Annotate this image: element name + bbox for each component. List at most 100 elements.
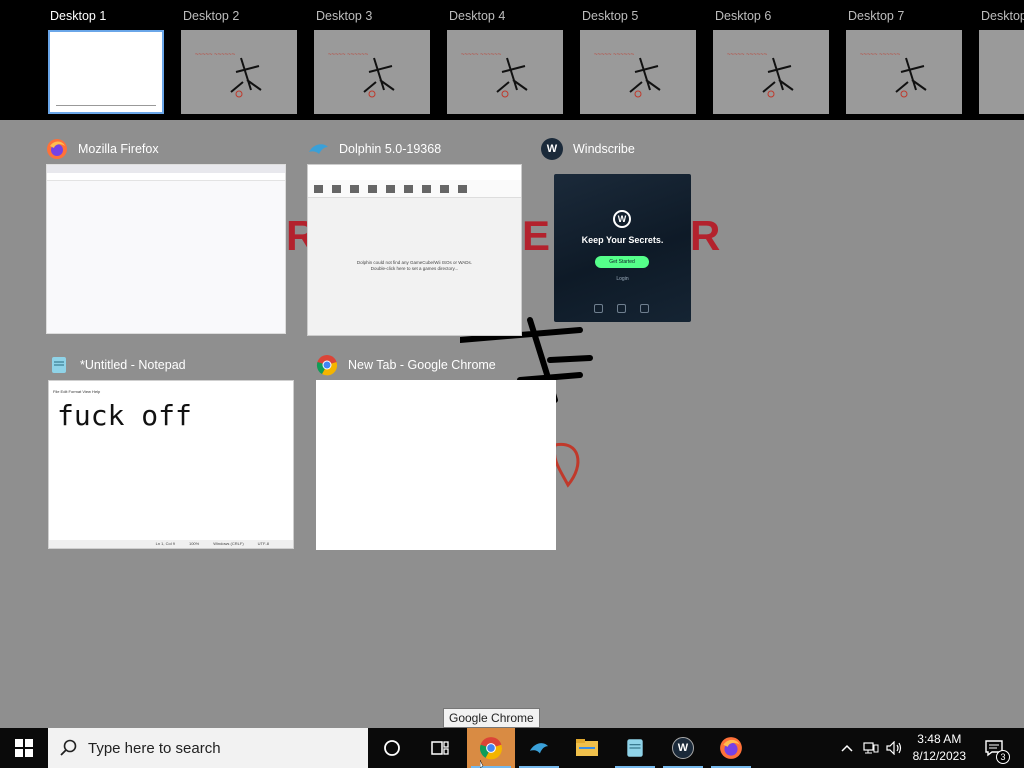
status-position: Ln 1, Col 9 xyxy=(155,541,175,546)
desktop-4[interactable]: Desktop 4 ~~~~~ ~~~~~~ xyxy=(447,0,565,120)
svg-text:~~~~~ ~~~~~~: ~~~~~ ~~~~~~ xyxy=(328,52,369,58)
desktop-label: Desktop xyxy=(981,9,1024,23)
desktop-label: Desktop 5 xyxy=(582,9,639,23)
desktop-preview: ~~~~~ ~~~~~~ xyxy=(580,30,696,114)
toolbar xyxy=(308,180,521,198)
desktop-2[interactable]: Desktop 2 ~~~~~ ~~~~~~ xyxy=(181,0,299,120)
search-placeholder: Type here to search xyxy=(88,739,221,757)
windscribe-logo-icon: W xyxy=(613,210,631,228)
window-header: *Untitled - Notepad xyxy=(48,352,186,378)
status-line-ending: Windows (CRLF) xyxy=(213,541,244,546)
window-title: New Tab - Google Chrome xyxy=(348,358,496,372)
svg-text:~~~~~ ~~~~~~: ~~~~~ ~~~~~~ xyxy=(727,52,768,58)
shield-icon xyxy=(617,304,626,313)
virtual-desktops-bar: Desktop 1 Desktop 2 ~~~~~ ~~~~~~ Desktop… xyxy=(0,0,1024,120)
editor-text: fuck off xyxy=(57,399,192,432)
wallpaper-letter: R xyxy=(690,212,723,259)
wallpaper-drawing: ~~~~~ ~~~~~~ xyxy=(461,52,528,98)
window-preview[interactable]: W Keep Your Secrets. Get Started Login xyxy=(554,174,691,322)
windscribe-icon: W xyxy=(672,737,694,759)
svg-text:~~~~~ ~~~~~~: ~~~~~ ~~~~~~ xyxy=(195,52,236,58)
terminal-icon xyxy=(640,304,649,313)
desktop-5[interactable]: Desktop 5 ~~~~~ ~~~~~~ xyxy=(580,0,698,120)
get-started-button: Get Started xyxy=(595,256,649,268)
empty-library-message: Dolphin could not find any GameCube/Wii … xyxy=(308,260,521,272)
message-line: Double-click here to set a games directo… xyxy=(370,266,459,271)
window-windscribe[interactable]: W Windscribe W Keep Your Secrets. Get St… xyxy=(541,136,693,326)
cortana-button[interactable] xyxy=(368,728,416,768)
desktop-label: Desktop 6 xyxy=(715,9,772,23)
wallpaper-drawing: ~~~~~ ~~~~~~ xyxy=(594,52,661,98)
window-notepad[interactable]: *Untitled - Notepad File Edit Format Vie… xyxy=(48,352,294,550)
firefox-icon xyxy=(720,737,742,759)
status-bar: Ln 1, Col 9 100% Windows (CRLF) UTF-8 xyxy=(49,540,293,548)
chevron-up-icon xyxy=(841,744,853,752)
menu-bar: File Edit Format View Help xyxy=(53,389,101,394)
desktop-8[interactable]: Desktop xyxy=(979,0,1024,120)
desktop-1[interactable]: Desktop 1 xyxy=(48,0,166,120)
task-view-button[interactable] xyxy=(416,728,464,768)
wallpaper-drawing: ~~~~~ ~~~~~~ xyxy=(860,52,927,98)
desktop-label: Desktop 2 xyxy=(183,9,240,23)
windscribe-icon: W xyxy=(541,138,563,160)
taskbar-file-explorer[interactable] xyxy=(563,728,611,768)
tab-strip xyxy=(47,165,285,173)
network-icon xyxy=(863,742,879,754)
show-hidden-icons-button[interactable] xyxy=(836,728,858,768)
window-firefox[interactable]: Mozilla Firefox xyxy=(46,136,286,336)
wallpaper-drawing: ~~~~~ ~~~~~~ xyxy=(328,52,395,98)
search-icon xyxy=(60,739,77,756)
desktop-preview: ~~~~~ ~~~~~~ xyxy=(713,30,829,114)
tagline: Keep Your Secrets. xyxy=(581,235,664,245)
taskbar-notepad[interactable] xyxy=(611,728,659,768)
window-title: Windscribe xyxy=(573,142,635,156)
wallpaper-drawing: ~~~~~ ~~~~~~ xyxy=(195,52,262,98)
desktop-label: Desktop 1 xyxy=(50,9,107,23)
window-dolphin[interactable]: Dolphin 5.0-19368 Dolphin could not find… xyxy=(307,136,522,336)
taskbar-dolphin[interactable] xyxy=(515,728,563,768)
desktop-preview: ~~~~~ ~~~~~~ xyxy=(314,30,430,114)
task-view-icon xyxy=(431,741,449,755)
desktop-label: Desktop 3 xyxy=(316,9,373,23)
network-button[interactable] xyxy=(860,728,882,768)
fullscreen-icon xyxy=(386,184,395,193)
config-icon xyxy=(422,184,431,193)
taskbar-windscribe[interactable]: W xyxy=(659,728,707,768)
window-preview[interactable]: Dolphin could not find any GameCube/Wii … xyxy=(307,164,522,336)
window-preview[interactable] xyxy=(316,380,556,550)
window-header: Mozilla Firefox xyxy=(46,136,159,162)
menu-bar xyxy=(308,173,521,180)
taskbar-search[interactable]: Type here to search xyxy=(48,728,368,768)
screenshot-icon xyxy=(404,184,413,193)
dolphin-icon xyxy=(529,743,549,754)
cortana-icon xyxy=(384,740,400,756)
window-header: Dolphin 5.0-19368 xyxy=(307,136,441,162)
clock[interactable]: 3:48 AM 8/12/2023 xyxy=(913,731,966,765)
window-preview[interactable] xyxy=(46,164,286,334)
notification-badge: 3 xyxy=(996,750,1010,764)
refresh-icon xyxy=(332,184,341,193)
taskbar-chrome[interactable] xyxy=(467,728,515,768)
desktop-3[interactable]: Desktop 3 ~~~~~ ~~~~~~ xyxy=(314,0,432,120)
desktop-6[interactable]: Desktop 6 ~~~~~ ~~~~~~ xyxy=(713,0,831,120)
footer-icons xyxy=(594,304,649,313)
desktop-7[interactable]: Desktop 7 ~~~~~ ~~~~~~ xyxy=(846,0,964,120)
clock-time: 3:48 AM xyxy=(917,732,962,746)
desktop-label: Desktop 4 xyxy=(449,9,506,23)
taskbar-tooltip: Google Chrome xyxy=(443,708,540,728)
taskbar: Type here to search W 3:48 AM 8/12/2023 … xyxy=(0,728,1024,768)
window-title: Mozilla Firefox xyxy=(78,142,159,156)
title-bar xyxy=(308,165,521,173)
start-button[interactable] xyxy=(0,728,48,768)
controllers-icon xyxy=(458,184,467,193)
firefox-icon xyxy=(46,138,68,160)
window-preview[interactable]: File Edit Format View Help fuck off Ln 1… xyxy=(48,380,294,549)
status-encoding: UTF-8 xyxy=(257,541,269,546)
window-title: Dolphin 5.0-19368 xyxy=(339,142,442,156)
address-bar xyxy=(47,173,285,181)
dolphin-icon xyxy=(307,138,329,160)
taskbar-firefox[interactable] xyxy=(707,728,755,768)
window-chrome[interactable]: New Tab - Google Chrome xyxy=(316,352,556,550)
volume-button[interactable] xyxy=(884,728,906,768)
desktop-preview xyxy=(979,30,1024,114)
